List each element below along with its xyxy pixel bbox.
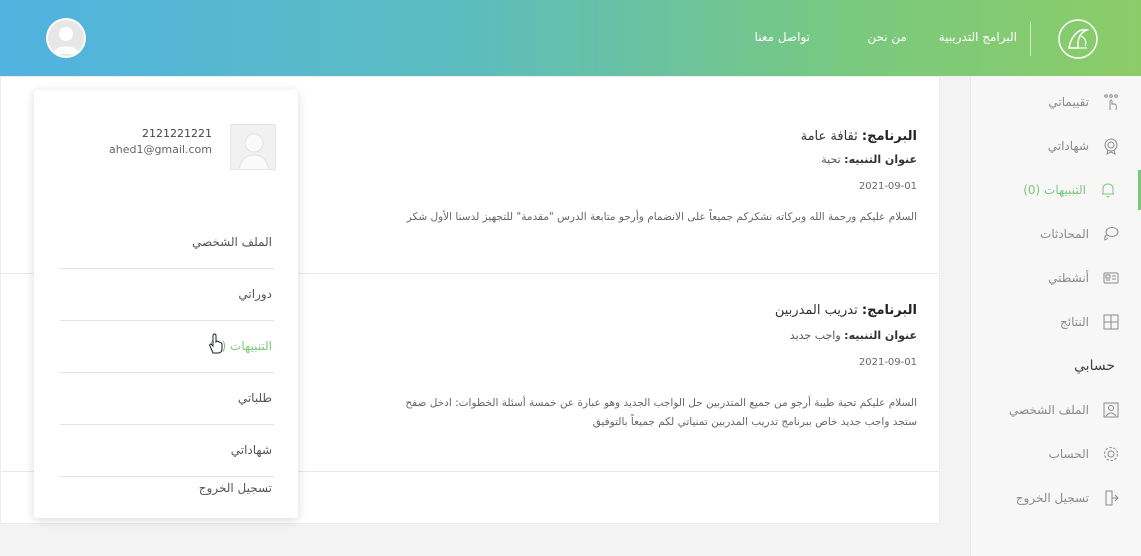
sidebar-item-certificates[interactable]: شهاداتي: [970, 126, 1141, 166]
program-label: البرنامج:: [861, 129, 917, 144]
notice-program: البرنامج: ثقافة عامة: [801, 129, 917, 144]
notice-body: السلام عليكم ورحمة الله وبركاته نشكركم ج…: [406, 211, 917, 223]
dropdown-item-courses[interactable]: دوراتي: [60, 269, 274, 321]
dropdown-item-profile[interactable]: الملف الشخصي: [60, 217, 274, 269]
dropdown-item-label: تسجيل الخروج: [198, 481, 272, 495]
notice-title-value: تحية: [821, 153, 841, 166]
notice-program: البرنامج: تدريب المدربين: [775, 303, 917, 318]
sidebar-item-chats[interactable]: المحادثات: [970, 214, 1141, 254]
sidebar-item-label: التنبيهات (0): [1023, 183, 1086, 197]
dropdown-user-email: ahed1@gmail.com: [108, 143, 212, 156]
dropdown-item-label: شهاداتي: [230, 443, 272, 457]
sidebar-item-label: المحادثات: [1040, 227, 1089, 241]
sidebar-item-account[interactable]: الحساب: [970, 434, 1141, 474]
certificate-icon: [1101, 136, 1121, 156]
user-avatar-button[interactable]: [46, 18, 86, 58]
dropdown-item-requests[interactable]: طلباتي: [60, 373, 274, 425]
site-logo[interactable]: [1057, 18, 1099, 60]
sidebar-item-evaluations[interactable]: تقييماتي: [970, 82, 1141, 122]
sidebar-item-label: تقييماتي: [1048, 95, 1089, 109]
program-label: البرنامج:: [861, 303, 917, 318]
nav-about[interactable]: من نحن: [867, 30, 907, 44]
notice-body: السلام عليكم تحية طيبة أرجو من جميع المت…: [405, 397, 917, 409]
sidebar-item-label: النتائج: [1060, 315, 1089, 329]
logout-icon: [1101, 488, 1121, 508]
nav-contact[interactable]: تواصل معنا: [755, 30, 810, 44]
sidebar-item-logout[interactable]: تسجيل الخروج: [970, 478, 1141, 518]
sidebar-item-label: شهاداتي: [1047, 139, 1089, 153]
account-sidebar: تقييماتي شهاداتي التنبيهات (0) المحادثات…: [970, 76, 1141, 556]
chat-icon: [1101, 224, 1121, 244]
profile-icon: [1101, 400, 1121, 420]
logo-separator: [1030, 22, 1031, 56]
hand-cursor-icon: [207, 333, 225, 359]
sidebar-item-label: تسجيل الخروج: [1015, 491, 1089, 505]
notice-body-line2: ستجد واجب جديد خاص ببرنامج تدريب المدربي…: [592, 416, 917, 428]
sidebar-item-results[interactable]: النتائج: [970, 302, 1141, 342]
sidebar-item-notifications[interactable]: التنبيهات (0): [970, 170, 1141, 210]
notice-title: عنوان التنبيه: تحية: [821, 153, 917, 166]
notice-title: عنوان التنبيه: واجب جديد: [790, 329, 917, 342]
avatar: [230, 124, 276, 170]
notice-title-label: عنوان التنبيه:: [844, 329, 917, 342]
sidebar-item-activities[interactable]: أنشطتي: [970, 258, 1141, 298]
sidebar-item-label: أنشطتي: [1048, 271, 1089, 285]
dropdown-item-label: طلباتي: [237, 391, 272, 405]
dropdown-item-label: الملف الشخصي: [192, 235, 272, 249]
sidebar-item-profile[interactable]: الملف الشخصي: [970, 390, 1141, 430]
dropdown-user-info: 2121221221 ahed1@gmail.com: [56, 124, 276, 174]
dropdown-item-label: دوراتي: [238, 287, 272, 301]
notice-date: 2021-09-01: [858, 357, 917, 368]
gear-icon: [1101, 444, 1121, 464]
notice-date: 2021-09-01: [858, 181, 917, 192]
program-name: تدريب المدربين: [774, 303, 858, 318]
bell-icon: [1098, 180, 1118, 200]
nav-programs[interactable]: البرامج التدريبية: [939, 30, 1017, 44]
user-icon: [53, 27, 79, 54]
sidebar-item-label: الحساب: [1048, 447, 1089, 461]
dropdown-user-name: 2121221221: [142, 127, 212, 140]
dropdown-item-logout[interactable]: تسجيل الخروج: [60, 463, 274, 515]
program-name: ثقافة عامة: [800, 129, 858, 144]
activity-icon: [1101, 268, 1121, 288]
notice-title-value: واجب جديد: [789, 329, 841, 342]
sidebar-item-label: الملف الشخصي: [1009, 403, 1089, 417]
results-icon: [1101, 312, 1121, 332]
top-header: البرامج التدريبية من نحن تواصل معنا: [0, 0, 1141, 76]
notice-title-label: عنوان التنبيه:: [844, 153, 917, 166]
hand-pointer-icon: [1101, 92, 1121, 112]
user-dropdown-menu: 2121221221 ahed1@gmail.com الملف الشخصي …: [34, 90, 298, 518]
account-heading: حسابي: [1074, 358, 1115, 374]
dropdown-item-notifications[interactable]: التنبيهات (0): [60, 321, 274, 373]
